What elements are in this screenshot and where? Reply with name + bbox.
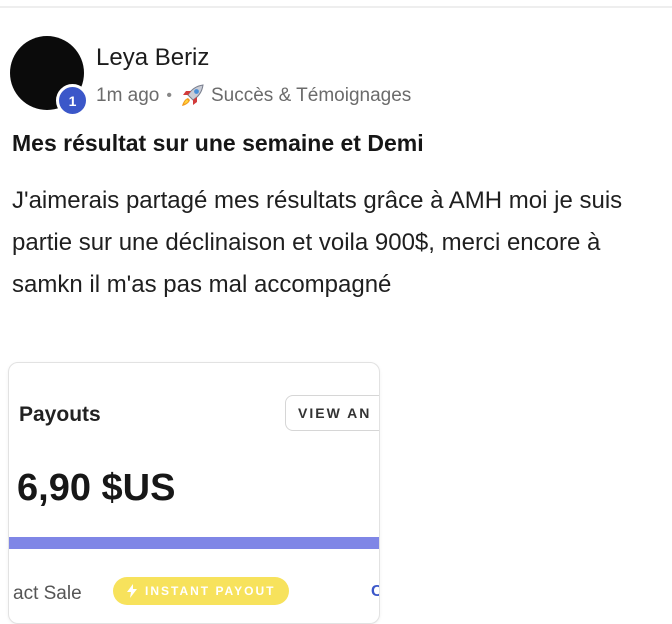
sale-label: act Sale [13, 583, 82, 604]
payouts-title: Payouts [19, 403, 101, 426]
instant-payout-badge: INSTANT PAYOUT [113, 577, 290, 605]
level-badge: 1 [56, 84, 89, 117]
author-name[interactable]: Leya Beriz [96, 44, 209, 72]
meta-separator: • [166, 87, 172, 104]
bolt-icon [127, 584, 137, 598]
payout-amount: 6,90 $US [17, 467, 176, 509]
payout-screenshot-card[interactable]: Payouts VIEW AN 6,90 $US act Sale INSTAN… [8, 362, 380, 624]
timestamp: 1m ago [96, 85, 160, 106]
view-analytics-button[interactable]: VIEW AN [285, 395, 379, 431]
cut-off-text: C [371, 583, 379, 601]
rocket-icon [181, 84, 204, 106]
top-divider [0, 6, 672, 8]
payout-progress-fill [9, 537, 379, 549]
instant-payout-label: INSTANT PAYOUT [145, 584, 276, 598]
post-title: Mes résultat sur une semaine et Demi [12, 130, 424, 156]
payout-progress-bar [9, 537, 379, 549]
post-body: J'aimerais partagé mes résultats grâce à… [12, 187, 623, 298]
post-meta: 1m ago • Succès & Témoignages [96, 84, 411, 108]
category-link[interactable]: Succès & Témoignages [211, 85, 411, 107]
